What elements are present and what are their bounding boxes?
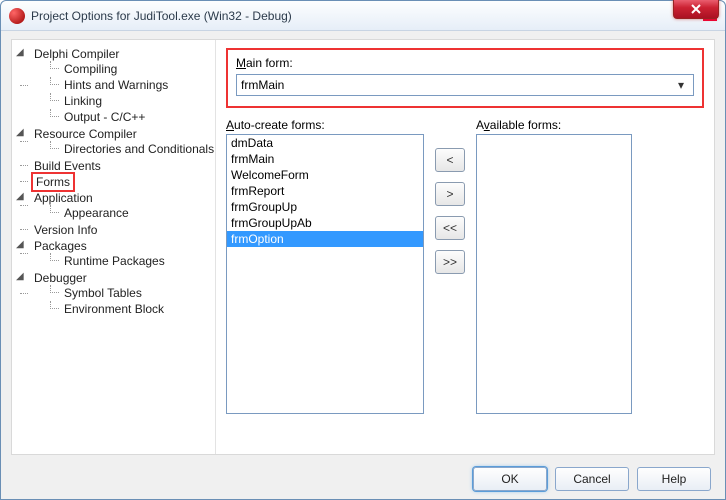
available-listbox[interactable]	[476, 134, 632, 414]
collapse-icon[interactable]: ◢	[16, 48, 26, 58]
tree-appearance[interactable]: Appearance	[48, 205, 211, 221]
tree-forms[interactable]: Forms	[18, 174, 211, 190]
content-area: ◢Delphi Compiler Compiling Hints and War…	[11, 39, 715, 455]
move-all-left-button[interactable]: <<	[435, 216, 465, 240]
tree-linking[interactable]: Linking	[48, 93, 211, 109]
ok-button[interactable]: OK	[473, 467, 547, 491]
collapse-icon[interactable]: ◢	[16, 240, 26, 250]
dialog-footer: OK Cancel Help	[473, 467, 711, 491]
list-item[interactable]: frmOption	[227, 231, 423, 247]
move-all-right-button[interactable]: >>	[435, 250, 465, 274]
tree-dirs-cond[interactable]: Directories and Conditionals	[48, 141, 211, 157]
tree-output[interactable]: Output - C/C++	[48, 109, 211, 125]
main-form-value: frmMain	[241, 78, 673, 92]
move-left-button[interactable]: <	[435, 148, 465, 172]
dropdown-arrow-icon: ▾	[673, 78, 689, 92]
collapse-icon[interactable]: ◢	[16, 192, 26, 202]
auto-create-column: Auto-create forms: dmDatafrmMainWelcomeF…	[226, 118, 424, 414]
auto-create-label: Auto-create forms:	[226, 118, 424, 132]
tree-runtime-packages[interactable]: Runtime Packages	[48, 253, 211, 269]
category-tree[interactable]: ◢Delphi Compiler Compiling Hints and War…	[12, 40, 216, 454]
collapse-icon[interactable]: ◢	[16, 128, 26, 138]
close-icon	[690, 4, 702, 14]
main-form-label: Main form:	[236, 56, 293, 70]
tree-delphi-compiler[interactable]: ◢Delphi Compiler Compiling Hints and War…	[18, 46, 211, 126]
available-column: Available forms:	[476, 118, 632, 414]
list-item[interactable]: frmGroupUpAb	[227, 215, 423, 231]
cancel-button[interactable]: Cancel	[555, 467, 629, 491]
list-item[interactable]: dmData	[227, 135, 423, 151]
tree-symbol-tables[interactable]: Symbol Tables	[48, 285, 211, 301]
list-item[interactable]: WelcomeForm	[227, 167, 423, 183]
tree-packages[interactable]: ◢Packages Runtime Packages	[18, 238, 211, 270]
project-options-dialog: Project Options for JudiTool.exe (Win32 …	[0, 0, 726, 500]
tree-environment-block[interactable]: Environment Block	[48, 301, 211, 317]
help-button[interactable]: Help	[637, 467, 711, 491]
tree-debugger[interactable]: ◢Debugger Symbol Tables Environment Bloc…	[18, 270, 211, 318]
available-label: Available forms:	[476, 118, 632, 132]
list-item[interactable]: frmGroupUp	[227, 199, 423, 215]
tree-build-events[interactable]: Build Events	[18, 158, 211, 174]
tree-application[interactable]: ◢Application Appearance	[18, 190, 211, 222]
list-item[interactable]: frmMain	[227, 151, 423, 167]
forms-shuttle: Auto-create forms: dmDatafrmMainWelcomeF…	[226, 118, 704, 414]
titlebar[interactable]: Project Options for JudiTool.exe (Win32 …	[1, 1, 725, 31]
list-item[interactable]: frmReport	[227, 183, 423, 199]
collapse-icon[interactable]: ◢	[16, 272, 26, 282]
shuttle-buttons: < > << >>	[432, 118, 468, 414]
tree-hints-warnings[interactable]: Hints and Warnings	[48, 77, 211, 93]
app-icon	[9, 8, 25, 24]
tree-compiling[interactable]: Compiling	[48, 61, 211, 77]
forms-panel: Main form: frmMain ▾ Auto-create forms: …	[216, 40, 714, 454]
auto-create-listbox[interactable]: dmDatafrmMainWelcomeFormfrmReportfrmGrou…	[226, 134, 424, 414]
window-title: Project Options for JudiTool.exe (Win32 …	[31, 9, 697, 23]
tree-resource-compiler[interactable]: ◢Resource Compiler Directories and Condi…	[18, 126, 211, 158]
main-form-group: Main form: frmMain ▾	[226, 48, 704, 108]
close-button[interactable]	[673, 0, 719, 19]
tree-version-info[interactable]: Version Info	[18, 222, 211, 238]
move-right-button[interactable]: >	[435, 182, 465, 206]
main-form-combo[interactable]: frmMain ▾	[236, 74, 694, 96]
